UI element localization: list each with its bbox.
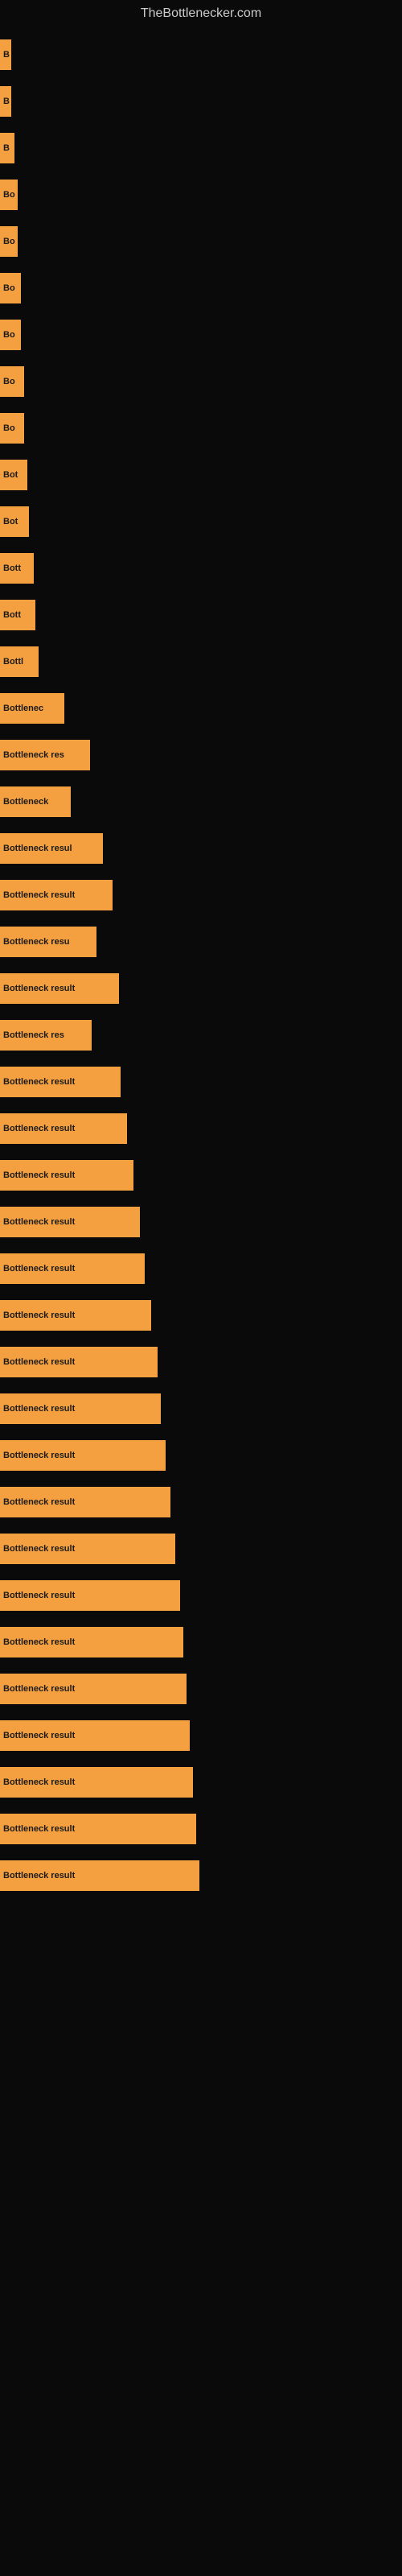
- bar-row: Bottleneck result: [0, 1340, 402, 1385]
- bar-row: Bottleneck result: [0, 1666, 402, 1711]
- bar-row: Bottleneck result: [0, 1106, 402, 1151]
- bar-row: Bottleneck result: [0, 1293, 402, 1338]
- bars-container: BBBBoBoBoBoBoBoBotBotBottBottBottlBottle…: [0, 24, 402, 1900]
- bar-row: Bottleneck result: [0, 1713, 402, 1758]
- bar-row: Bottleneck result: [0, 1433, 402, 1478]
- bar-row: Bottleneck result: [0, 1760, 402, 1805]
- bar-row: Bottleneck result: [0, 1246, 402, 1291]
- bar-row: Bottleneck result: [0, 1853, 402, 1898]
- bar-row: B: [0, 79, 402, 124]
- bar-label: B: [0, 133, 14, 163]
- bar-row: Bottleneck result: [0, 1806, 402, 1852]
- bar-row: Bo: [0, 266, 402, 311]
- bar-row: Bottleneck result: [0, 1526, 402, 1571]
- bar-row: Bottleneck resul: [0, 826, 402, 871]
- bar-label: Bottleneck result: [0, 1860, 199, 1891]
- bar-label: B: [0, 39, 11, 70]
- bar-row: Bottleneck res: [0, 733, 402, 778]
- bar-label: Bottleneck result: [0, 1067, 121, 1097]
- bar-row: Bottleneck result: [0, 1199, 402, 1245]
- bar-label: Bottleneck result: [0, 1347, 158, 1377]
- bar-row: Bottleneck result: [0, 1153, 402, 1198]
- bar-label: Bottlenec: [0, 693, 64, 724]
- bar-label: Bottleneck result: [0, 1300, 151, 1331]
- bar-label: Bott: [0, 553, 34, 584]
- bar-label: Bo: [0, 366, 24, 397]
- site-title: TheBottlenecker.com: [0, 0, 402, 24]
- bar-row: Bo: [0, 406, 402, 451]
- bar-label: Bottleneck result: [0, 1207, 140, 1237]
- bar-label: Bot: [0, 460, 27, 490]
- bar-row: Bottleneck result: [0, 1620, 402, 1665]
- bar-row: Bottleneck result: [0, 1059, 402, 1104]
- bar-row: Bot: [0, 499, 402, 544]
- bar-label: Bo: [0, 273, 21, 303]
- bar-row: Bo: [0, 172, 402, 217]
- bar-row: Bottleneck result: [0, 1480, 402, 1525]
- bar-label: Bottleneck result: [0, 1253, 145, 1284]
- bar-label: Bottleneck res: [0, 740, 90, 770]
- bar-row: Bottlenec: [0, 686, 402, 731]
- bar-row: Bottleneck result: [0, 1386, 402, 1431]
- bar-row: Bottl: [0, 639, 402, 684]
- bar-row: Bo: [0, 219, 402, 264]
- bar-label: Bott: [0, 600, 35, 630]
- bar-row: Bo: [0, 312, 402, 357]
- bar-label: Bo: [0, 226, 18, 257]
- bar-row: B: [0, 126, 402, 171]
- bar-row: Bott: [0, 546, 402, 591]
- bar-label: Bo: [0, 413, 24, 444]
- bar-label: Bo: [0, 320, 21, 350]
- bar-row: Bot: [0, 452, 402, 497]
- bar-row: Bott: [0, 592, 402, 638]
- bar-label: Bottl: [0, 646, 39, 677]
- bar-label: Bottleneck result: [0, 880, 113, 910]
- bar-row: Bottleneck result: [0, 1573, 402, 1618]
- bar-label: Bottleneck result: [0, 1580, 180, 1611]
- bar-label: Bottleneck result: [0, 1627, 183, 1657]
- bar-label: Bottleneck result: [0, 1720, 190, 1751]
- bar-label: Bottleneck result: [0, 1393, 161, 1424]
- bar-label: Bottleneck result: [0, 1767, 193, 1798]
- bar-label: Bottleneck result: [0, 1487, 170, 1517]
- bar-label: Bottleneck resu: [0, 927, 96, 957]
- bar-label: Bottleneck result: [0, 1440, 166, 1471]
- bar-label: Bottleneck: [0, 786, 71, 817]
- bar-row: Bottleneck result: [0, 966, 402, 1011]
- bar-label: Bottleneck result: [0, 1534, 175, 1564]
- bar-row: Bottleneck: [0, 779, 402, 824]
- bar-label: Bottleneck result: [0, 1113, 127, 1144]
- bar-label: Bottleneck result: [0, 973, 119, 1004]
- bar-label: B: [0, 86, 11, 117]
- bar-row: Bottleneck resu: [0, 919, 402, 964]
- bar-label: Bot: [0, 506, 29, 537]
- bar-row: Bo: [0, 359, 402, 404]
- bar-row: Bottleneck res: [0, 1013, 402, 1058]
- bar-row: Bottleneck result: [0, 873, 402, 918]
- bar-label: Bottleneck result: [0, 1160, 133, 1191]
- bar-label: Bottleneck resul: [0, 833, 103, 864]
- bar-row: B: [0, 32, 402, 77]
- bar-label: Bottleneck result: [0, 1674, 187, 1704]
- bar-label: Bottleneck res: [0, 1020, 92, 1051]
- bar-label: Bo: [0, 180, 18, 210]
- bar-label: Bottleneck result: [0, 1814, 196, 1844]
